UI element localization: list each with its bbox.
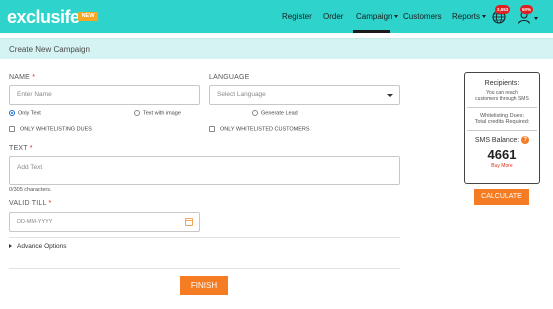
nav-campaign-label: Campaign xyxy=(356,12,393,21)
required-mark: * xyxy=(29,145,33,152)
nav-reports-label: Reports xyxy=(452,12,481,21)
required-mark: * xyxy=(32,74,36,81)
nav-customers[interactable]: Customers xyxy=(403,12,442,21)
chevron-right-icon xyxy=(9,244,12,249)
radio-icon xyxy=(134,110,140,116)
text-label: TEXT * xyxy=(9,145,33,152)
text-label-text: TEXT xyxy=(9,145,28,152)
radio-text-with-image[interactable]: Text with image xyxy=(134,110,181,116)
checkbox-only-whitelisting-dues[interactable]: ONLY WHITELISTING DUES xyxy=(9,126,92,132)
checkbox-whitelisting-dues-label: ONLY WHITELISTING DUES xyxy=(20,126,92,133)
language-select[interactable]: Select Language xyxy=(209,85,400,105)
chevron-down-icon xyxy=(387,94,393,97)
page-header-bar: Create New Campaign xyxy=(0,38,553,59)
finish-button[interactable]: FINISH xyxy=(180,276,228,295)
total-credits-required-label: Total credits Required: xyxy=(474,119,530,125)
notification-count-badge: 2,653 xyxy=(495,5,511,14)
page-title: Create New Campaign xyxy=(9,45,90,54)
profile-progress-badge: 50% xyxy=(520,5,534,14)
name-label: NAME * xyxy=(9,74,35,81)
chevron-down-icon[interactable] xyxy=(534,17,538,20)
name-label-text: NAME xyxy=(9,74,31,81)
checkbox-only-whitelisted-customers[interactable]: ONLY WHITELISTED CUSTOMERS xyxy=(209,126,310,132)
nav-order[interactable]: Order xyxy=(323,12,343,21)
chevron-down-icon xyxy=(394,15,399,19)
radio-icon xyxy=(252,110,258,116)
language-label: LANGUAGE xyxy=(209,74,250,81)
advance-options-toggle[interactable]: Advance Options xyxy=(9,243,67,250)
radio-only-text-label: Only Text xyxy=(18,110,41,117)
radio-generate-lead[interactable]: Generate Lead xyxy=(252,110,298,116)
radio-generate-lead-label: Generate Lead xyxy=(261,110,298,117)
valid-till-date-input[interactable]: DD-MM-YYYY xyxy=(9,212,200,232)
checkbox-whitelisted-customers-label: ONLY WHITELISTED CUSTOMERS xyxy=(220,126,310,133)
advance-options-label: Advance Options xyxy=(17,243,67,250)
nav-register[interactable]: Register xyxy=(282,12,312,21)
language-select-value: Select Language xyxy=(217,91,266,98)
recipients-title: Recipients: xyxy=(484,80,520,87)
text-input[interactable]: Add Text xyxy=(9,156,400,185)
checkbox-icon xyxy=(209,126,215,132)
help-icon[interactable]: ? xyxy=(521,136,530,144)
card-divider xyxy=(467,107,537,108)
app-logo[interactable]: exclusife xyxy=(7,7,80,28)
name-input[interactable]: Enter Name xyxy=(9,85,200,105)
radio-text-with-image-label: Text with image xyxy=(143,110,181,117)
recipients-summary-card: Recipients: You can reach customers thro… xyxy=(464,72,540,184)
sms-balance-label-text: SMS Balance: xyxy=(474,136,520,144)
chevron-down-icon xyxy=(482,15,487,19)
valid-till-placeholder: DD-MM-YYYY xyxy=(17,219,53,225)
divider xyxy=(9,237,400,238)
checkbox-icon xyxy=(9,126,15,132)
radio-selected-icon xyxy=(9,110,15,116)
nav-campaign[interactable]: Campaign xyxy=(356,12,399,21)
required-mark: * xyxy=(48,200,52,207)
card-divider xyxy=(467,130,537,131)
character-count: 0/305 characters. xyxy=(9,187,52,193)
calculate-button[interactable]: CALCULATE xyxy=(474,189,529,205)
nav-reports[interactable]: Reports xyxy=(452,12,487,21)
new-badge: NEW xyxy=(78,12,98,21)
valid-till-label: VALID TILL * xyxy=(9,200,51,207)
valid-till-label-text: VALID TILL xyxy=(9,200,47,207)
sms-balance-label: SMS Balance:? xyxy=(465,136,539,144)
divider xyxy=(9,268,400,269)
recipients-description-line-2: customers through SMS xyxy=(475,96,529,102)
active-nav-indicator xyxy=(353,30,390,33)
top-navigation-bar: exclusife NEW Register Order Campaign Cu… xyxy=(0,0,553,33)
calendar-icon[interactable] xyxy=(185,218,193,226)
sms-balance-value: 4661 xyxy=(487,147,517,162)
buy-more-link[interactable]: Buy More xyxy=(465,163,539,169)
radio-only-text[interactable]: Only Text xyxy=(9,110,41,116)
